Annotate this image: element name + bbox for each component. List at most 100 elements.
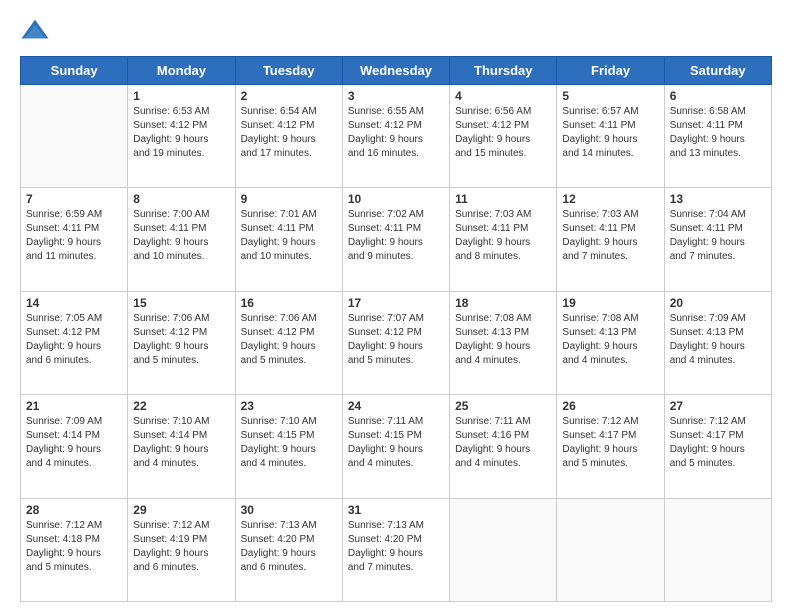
header	[20, 16, 772, 46]
calendar-week-row: 21Sunrise: 7:09 AM Sunset: 4:14 PM Dayli…	[21, 395, 772, 498]
calendar-cell: 29Sunrise: 7:12 AM Sunset: 4:19 PM Dayli…	[128, 498, 235, 601]
day-header-sunday: Sunday	[21, 57, 128, 85]
day-info: Sunrise: 7:13 AM Sunset: 4:20 PM Dayligh…	[348, 519, 444, 575]
calendar-cell: 13 Sunrise: 7:04 AM Sunset: 4:11 PM Dayli…	[664, 188, 771, 291]
day-info: Sunrise: 6:55 AM Sunset: 4:12 PM Dayligh…	[348, 105, 444, 161]
day-info: Sunrise: 7:04 AM Sunset: 4:11 PM Dayligh…	[670, 208, 766, 264]
day-number: 7	[26, 192, 122, 206]
day-info: Sunrise: 6:57 AM Sunset: 4:11 PM Dayligh…	[562, 105, 658, 161]
calendar-cell: 8Sunrise: 7:00 AM Sunset: 4:11 PM Daylig…	[128, 188, 235, 291]
calendar-cell	[664, 498, 771, 601]
calendar-cell: 15 Sunrise: 7:06 AM Sunset: 4:12 PM Dayli…	[128, 291, 235, 394]
day-info: Sunrise: 7:10 AM Sunset: 4:15 PM Dayligh…	[241, 415, 337, 471]
day-info: Sunrise: 7:02 AM Sunset: 4:11 PM Dayligh…	[348, 208, 444, 264]
calendar-cell: 3 Sunrise: 6:55 AM Sunset: 4:12 PM Daylig…	[342, 85, 449, 188]
calendar-cell: 18 Sunrise: 7:08 AM Sunset: 4:13 PM Dayli…	[450, 291, 557, 394]
calendar-header-row: SundayMondayTuesdayWednesdayThursdayFrid…	[21, 57, 772, 85]
day-number: 14	[26, 296, 122, 310]
day-number: 30	[241, 503, 337, 517]
day-number: 16	[241, 296, 337, 310]
day-number: 11	[455, 192, 551, 206]
calendar-cell	[450, 498, 557, 601]
day-info: Sunrise: 7:08 AM Sunset: 4:13 PM Dayligh…	[455, 312, 551, 368]
day-info: Sunrise: 7:11 AM Sunset: 4:16 PM Dayligh…	[455, 415, 551, 471]
day-info: Sunrise: 7:00 AM Sunset: 4:11 PM Dayligh…	[133, 208, 229, 264]
calendar-table: SundayMondayTuesdayWednesdayThursdayFrid…	[20, 56, 772, 602]
day-info: Sunrise: 7:13 AM Sunset: 4:20 PM Dayligh…	[241, 519, 337, 575]
calendar-cell: 22 Sunrise: 7:10 AM Sunset: 4:14 PM Dayli…	[128, 395, 235, 498]
day-number: 17	[348, 296, 444, 310]
day-number: 10	[348, 192, 444, 206]
calendar-cell: 25Sunrise: 7:11 AM Sunset: 4:16 PM Dayli…	[450, 395, 557, 498]
day-info: Sunrise: 7:12 AM Sunset: 4:19 PM Dayligh…	[133, 519, 229, 575]
calendar-cell: 11Sunrise: 7:03 AM Sunset: 4:11 PM Dayli…	[450, 188, 557, 291]
day-info: Sunrise: 6:58 AM Sunset: 4:11 PM Dayligh…	[670, 105, 766, 161]
calendar-cell: 9Sunrise: 7:01 AM Sunset: 4:11 PM Daylig…	[235, 188, 342, 291]
calendar-cell: 28Sunrise: 7:12 AM Sunset: 4:18 PM Dayli…	[21, 498, 128, 601]
day-number: 6	[670, 89, 766, 103]
calendar-cell: 20 Sunrise: 7:09 AM Sunset: 4:13 PM Dayli…	[664, 291, 771, 394]
day-info: Sunrise: 7:11 AM Sunset: 4:15 PM Dayligh…	[348, 415, 444, 471]
calendar-week-row: 28Sunrise: 7:12 AM Sunset: 4:18 PM Dayli…	[21, 498, 772, 601]
day-info: Sunrise: 7:12 AM Sunset: 4:17 PM Dayligh…	[670, 415, 766, 471]
day-info: Sunrise: 6:54 AM Sunset: 4:12 PM Dayligh…	[241, 105, 337, 161]
calendar-cell: 7 Sunrise: 6:59 AM Sunset: 4:11 PM Daylig…	[21, 188, 128, 291]
calendar-cell: 24Sunrise: 7:11 AM Sunset: 4:15 PM Dayli…	[342, 395, 449, 498]
calendar-cell: 16 Sunrise: 7:06 AM Sunset: 4:12 PM Dayli…	[235, 291, 342, 394]
day-info: Sunrise: 7:09 AM Sunset: 4:13 PM Dayligh…	[670, 312, 766, 368]
calendar-cell: 31 Sunrise: 7:13 AM Sunset: 4:20 PM Dayli…	[342, 498, 449, 601]
day-header-saturday: Saturday	[664, 57, 771, 85]
day-header-wednesday: Wednesday	[342, 57, 449, 85]
day-info: Sunrise: 7:10 AM Sunset: 4:14 PM Dayligh…	[133, 415, 229, 471]
day-number: 20	[670, 296, 766, 310]
day-info: Sunrise: 7:06 AM Sunset: 4:12 PM Dayligh…	[241, 312, 337, 368]
calendar-cell: 6 Sunrise: 6:58 AM Sunset: 4:11 PM Daylig…	[664, 85, 771, 188]
calendar-cell: 23 Sunrise: 7:10 AM Sunset: 4:15 PM Dayli…	[235, 395, 342, 498]
day-info: Sunrise: 6:53 AM Sunset: 4:12 PM Dayligh…	[133, 105, 229, 161]
day-number: 5	[562, 89, 658, 103]
day-info: Sunrise: 7:06 AM Sunset: 4:12 PM Dayligh…	[133, 312, 229, 368]
day-number: 13	[670, 192, 766, 206]
day-number: 18	[455, 296, 551, 310]
day-header-friday: Friday	[557, 57, 664, 85]
day-header-tuesday: Tuesday	[235, 57, 342, 85]
day-header-thursday: Thursday	[450, 57, 557, 85]
day-info: Sunrise: 7:12 AM Sunset: 4:18 PM Dayligh…	[26, 519, 122, 575]
calendar-cell: 1 Sunrise: 6:53 AM Sunset: 4:12 PM Daylig…	[128, 85, 235, 188]
calendar-cell: 17 Sunrise: 7:07 AM Sunset: 4:12 PM Dayli…	[342, 291, 449, 394]
day-number: 22	[133, 399, 229, 413]
calendar-cell: 10 Sunrise: 7:02 AM Sunset: 4:11 PM Dayli…	[342, 188, 449, 291]
day-number: 26	[562, 399, 658, 413]
calendar-cell: 4 Sunrise: 6:56 AM Sunset: 4:12 PM Daylig…	[450, 85, 557, 188]
day-number: 12	[562, 192, 658, 206]
calendar-cell: 12 Sunrise: 7:03 AM Sunset: 4:11 PM Dayli…	[557, 188, 664, 291]
day-number: 31	[348, 503, 444, 517]
logo	[20, 16, 54, 46]
day-number: 1	[133, 89, 229, 103]
day-number: 19	[562, 296, 658, 310]
day-info: Sunrise: 6:59 AM Sunset: 4:11 PM Dayligh…	[26, 208, 122, 264]
logo-icon	[20, 16, 50, 46]
page: SundayMondayTuesdayWednesdayThursdayFrid…	[0, 0, 792, 612]
day-number: 2	[241, 89, 337, 103]
calendar-cell: 27Sunrise: 7:12 AM Sunset: 4:17 PM Dayli…	[664, 395, 771, 498]
calendar-cell: 14 Sunrise: 7:05 AM Sunset: 4:12 PM Dayli…	[21, 291, 128, 394]
day-number: 4	[455, 89, 551, 103]
calendar-week-row: 1 Sunrise: 6:53 AM Sunset: 4:12 PM Daylig…	[21, 85, 772, 188]
day-number: 3	[348, 89, 444, 103]
calendar-cell	[557, 498, 664, 601]
day-info: Sunrise: 6:56 AM Sunset: 4:12 PM Dayligh…	[455, 105, 551, 161]
day-info: Sunrise: 7:05 AM Sunset: 4:12 PM Dayligh…	[26, 312, 122, 368]
day-number: 21	[26, 399, 122, 413]
calendar-cell: 2 Sunrise: 6:54 AM Sunset: 4:12 PM Daylig…	[235, 85, 342, 188]
calendar-week-row: 14 Sunrise: 7:05 AM Sunset: 4:12 PM Dayli…	[21, 291, 772, 394]
day-info: Sunrise: 7:07 AM Sunset: 4:12 PM Dayligh…	[348, 312, 444, 368]
day-info: Sunrise: 7:08 AM Sunset: 4:13 PM Dayligh…	[562, 312, 658, 368]
day-number: 15	[133, 296, 229, 310]
day-info: Sunrise: 7:03 AM Sunset: 4:11 PM Dayligh…	[562, 208, 658, 264]
day-number: 23	[241, 399, 337, 413]
calendar-cell: 26 Sunrise: 7:12 AM Sunset: 4:17 PM Dayli…	[557, 395, 664, 498]
calendar-cell: 30 Sunrise: 7:13 AM Sunset: 4:20 PM Dayli…	[235, 498, 342, 601]
calendar-cell: 5 Sunrise: 6:57 AM Sunset: 4:11 PM Daylig…	[557, 85, 664, 188]
day-info: Sunrise: 7:12 AM Sunset: 4:17 PM Dayligh…	[562, 415, 658, 471]
